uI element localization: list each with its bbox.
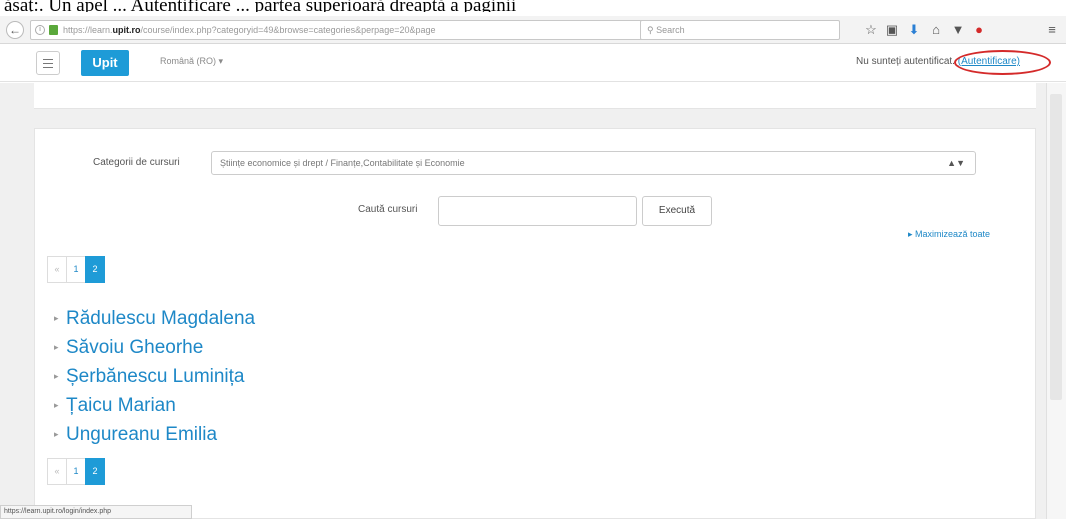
pagination-page-2[interactable]: 2 [85,256,105,283]
top-panel [34,83,1036,109]
language-menu[interactable]: Română (RO) ▾ [160,56,223,67]
teacher-category-item[interactable]: ▸ Rădulescu Magdalena [54,304,255,333]
pagination-page-1[interactable]: 1 [66,458,86,485]
teacher-list: ▸ Rădulescu Magdalena ▸ Săvoiu Gheorhe ▸ Șe… [54,304,255,449]
url-text: https://learn.upit.ro/course/index.php?c… [63,21,603,39]
status-bar-url: https://learn.upit.ro/login/index.php [0,505,192,519]
teacher-name[interactable]: Rădulescu Magdalena [66,308,255,329]
hamburger-line [43,63,53,64]
bookmark-star-icon[interactable]: ☆ [862,21,880,39]
highlight-circle [954,50,1051,75]
hamburger-line [43,67,53,68]
expand-triangle-icon[interactable]: ▸ [54,362,66,391]
nav-drawer-button[interactable] [36,51,60,75]
pagination-prev[interactable]: « [47,256,67,283]
adblock-icon[interactable]: ● [970,21,988,39]
search-placeholder: Search [656,25,685,35]
expand-all-link[interactable]: ▸ Maximizează toate [908,229,990,240]
teacher-name[interactable]: Săvoiu Gheorhe [66,337,203,358]
teacher-name[interactable]: Ungureanu Emilia [66,424,217,445]
select-arrows-icon: ▲▼ [947,158,965,168]
site-logo[interactable]: Upit [81,50,129,76]
lock-icon [49,25,58,35]
course-search-label: Caută cursuri [358,204,418,215]
category-label: Categorii de cursuri [93,157,180,168]
teacher-category-item[interactable]: ▸ Șerbănescu Luminița [54,362,255,391]
pocket-icon[interactable]: ▼ [949,21,967,39]
document-caption: ăsaț:. Un apel ... Autentificare ... par… [4,0,517,12]
info-icon[interactable]: i [35,25,45,35]
expand-triangle-icon[interactable]: ▸ [54,391,66,420]
hamburger-line [43,59,53,60]
clipboard-icon[interactable]: ▣ [883,21,901,39]
teacher-name[interactable]: Șerbănescu Luminița [66,366,245,387]
url-domain: upit.ro [112,25,141,35]
expand-triangle-icon[interactable]: ▸ [54,304,66,333]
scrollbar-thumb[interactable] [1050,94,1062,400]
expand-triangle-icon[interactable]: ▸ [54,333,66,362]
back-button[interactable]: ← [6,21,24,39]
address-bar[interactable]: i https://learn.upit.ro/course/index.php… [30,20,658,40]
teacher-category-item[interactable]: ▸ Țaicu Marian [54,391,255,420]
pagination-page-1[interactable]: 1 [66,256,86,283]
category-value: Științe economice și drept / Finanțe,Con… [220,158,465,168]
teacher-name[interactable]: Țaicu Marian [66,395,176,416]
magnifier-icon: ⚲ [647,25,654,35]
site-header: Upit Română (RO) ▾ Nu sunteți autentific… [0,45,1066,82]
expand-triangle-icon[interactable]: ▸ [54,420,66,449]
url-path: /course/index.php?categoryid=49&browse=c… [140,25,436,35]
search-bar[interactable]: ⚲ Search [640,20,840,40]
download-icon[interactable]: ⬇ [905,21,923,39]
login-status-text: Nu sunteți autentificat. [856,56,955,67]
pagination-top: « 1 2 [47,256,105,283]
pagination-bottom: « 1 2 [47,458,105,485]
url-prefix: https://learn. [63,25,113,35]
pagination-prev[interactable]: « [47,458,67,485]
run-search-button[interactable]: Execută [642,196,712,226]
menu-icon[interactable]: ≡ [1043,21,1061,39]
teacher-category-item[interactable]: ▸ Săvoiu Gheorhe [54,333,255,362]
pagination-page-2[interactable]: 2 [85,458,105,485]
teacher-category-item[interactable]: ▸ Ungureanu Emilia [54,420,255,449]
home-icon[interactable]: ⌂ [927,21,945,39]
browser-toolbar: ← i https://learn.upit.ro/course/index.p… [0,16,1066,44]
category-select[interactable]: Științe economice și drept / Finanțe,Con… [211,151,976,175]
course-search-input[interactable] [438,196,637,226]
